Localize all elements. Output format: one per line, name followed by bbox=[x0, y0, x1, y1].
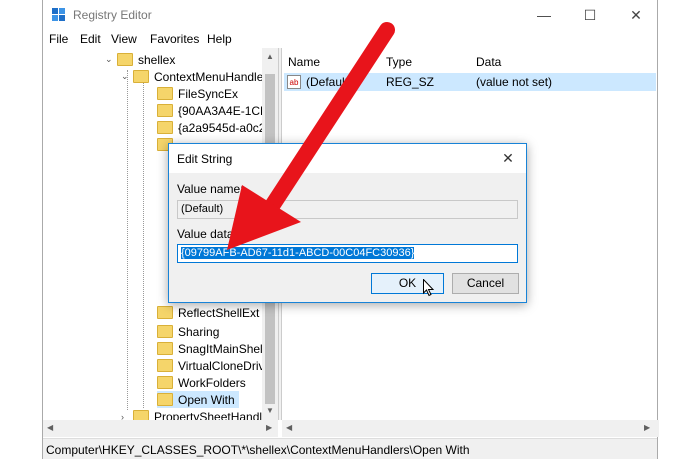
registry-editor-icon bbox=[52, 8, 65, 21]
tree-item-sharing[interactable]: Sharing bbox=[157, 323, 219, 340]
folder-icon bbox=[157, 342, 173, 355]
folder-icon bbox=[157, 359, 173, 372]
tree-item-reflectshellext[interactable]: ReflectShellExt bbox=[157, 304, 259, 321]
tree-horizontal-scrollbar[interactable]: ◀ ▶ bbox=[43, 420, 278, 437]
folder-icon bbox=[157, 325, 173, 338]
column-header-data[interactable]: Data bbox=[476, 55, 501, 69]
folder-icon bbox=[157, 121, 173, 134]
tree-item-90aa3a4e[interactable]: {90AA3A4E-1CBA bbox=[157, 102, 262, 119]
edit-string-dialog: Edit String ✕ Value name: (Default) Valu… bbox=[168, 143, 527, 303]
dialog-title-bar[interactable]: Edit String ✕ bbox=[169, 144, 526, 173]
horizontal-scrollbars: ◀ ▶ ◀ ▶ bbox=[43, 420, 659, 438]
title-bar[interactable]: Registry Editor — ☐ ✕ bbox=[43, 0, 657, 30]
menu-favorites[interactable]: Favorites bbox=[150, 32, 199, 46]
tree-item-virtualclonedrive[interactable]: VirtualCloneDriv bbox=[157, 357, 262, 374]
maximize-button[interactable]: ☐ bbox=[567, 0, 613, 30]
folder-icon bbox=[117, 53, 133, 66]
tree-item-open-with[interactable]: Open With bbox=[157, 391, 239, 408]
tree-item-label: VirtualCloneDriv bbox=[178, 358, 262, 373]
folder-icon bbox=[157, 376, 173, 389]
mouse-cursor-icon bbox=[423, 279, 435, 297]
tree-item-contextmenuhandlers[interactable]: ⌄ ContextMenuHandle bbox=[121, 68, 262, 85]
scroll-right-icon[interactable]: ▶ bbox=[644, 423, 650, 432]
list-row-default[interactable]: ab (Default) REG_SZ (value not set) bbox=[284, 73, 656, 91]
scroll-left-icon[interactable]: ◀ bbox=[47, 423, 53, 432]
scroll-down-icon[interactable]: ▼ bbox=[262, 406, 278, 415]
folder-icon bbox=[133, 410, 149, 420]
row-name: (Default) bbox=[306, 75, 353, 89]
chevron-right-icon[interactable]: › bbox=[121, 412, 133, 421]
dialog-close-button[interactable]: ✕ bbox=[494, 146, 522, 170]
tree-item-label: FileSyncEx bbox=[178, 86, 239, 101]
column-header-name[interactable]: Name bbox=[288, 55, 320, 69]
value-data-field[interactable]: {09799AFB-AD67-11d1-ABCD-00C04FC30936} bbox=[177, 244, 518, 263]
list-horizontal-scrollbar[interactable]: ◀ ▶ bbox=[282, 420, 659, 437]
tree-item-label: ReflectShellExt bbox=[178, 305, 260, 320]
scroll-up-icon[interactable]: ▲ bbox=[262, 52, 278, 61]
minimize-button[interactable]: — bbox=[521, 0, 567, 30]
tree-item-label: Open With bbox=[178, 392, 235, 407]
scroll-right-icon[interactable]: ▶ bbox=[266, 423, 272, 432]
tree-item-label: WorkFolders bbox=[178, 375, 246, 390]
tree-item-label: PropertySheetHandl bbox=[154, 409, 262, 421]
tree-item-label: shellex bbox=[138, 52, 176, 67]
tree-item-label: {a2a9545d-a0c2- bbox=[178, 120, 262, 135]
tree-item-label: ContextMenuHandle bbox=[154, 69, 262, 84]
menu-edit[interactable]: Edit bbox=[80, 32, 101, 46]
list-header: Name Type Data bbox=[282, 48, 659, 72]
dialog-title: Edit String bbox=[177, 152, 233, 166]
value-name-label: Value name: bbox=[177, 182, 244, 196]
status-bar: Computer\HKEY_CLASSES_ROOT\*\shellex\Con… bbox=[43, 438, 657, 459]
tree-item-label: SnagItMainShellI bbox=[178, 341, 262, 356]
folder-icon bbox=[157, 104, 173, 117]
row-data: (value not set) bbox=[476, 75, 553, 89]
column-header-type[interactable]: Type bbox=[386, 55, 412, 69]
cancel-button[interactable]: Cancel bbox=[452, 273, 519, 294]
menu-help[interactable]: Help bbox=[207, 32, 232, 46]
folder-icon bbox=[157, 393, 173, 406]
tree-item-a2a9545d[interactable]: {a2a9545d-a0c2- bbox=[157, 119, 262, 136]
row-type: REG_SZ bbox=[386, 75, 435, 89]
menu-file[interactable]: File bbox=[49, 32, 68, 46]
menu-view[interactable]: View bbox=[111, 32, 137, 46]
value-name-field: (Default) bbox=[177, 200, 518, 219]
menu-bar: File Edit View Favorites Help bbox=[43, 30, 657, 48]
tree-item-snagitmainshell[interactable]: SnagItMainShellI bbox=[157, 340, 262, 357]
status-path: Computer\HKEY_CLASSES_ROOT\*\shellex\Con… bbox=[46, 443, 470, 457]
folder-icon bbox=[157, 306, 173, 319]
scroll-left-icon[interactable]: ◀ bbox=[286, 423, 292, 432]
value-data-text: {09799AFB-AD67-11d1-ABCD-00C04FC30936} bbox=[181, 247, 415, 259]
chevron-down-icon[interactable]: ⌄ bbox=[121, 71, 133, 82]
close-button[interactable]: ✕ bbox=[613, 0, 659, 30]
chevron-down-icon[interactable]: ⌄ bbox=[105, 54, 117, 65]
folder-icon bbox=[133, 70, 149, 83]
string-value-icon: ab bbox=[287, 75, 301, 89]
tree-item-workfolders[interactable]: WorkFolders bbox=[157, 374, 246, 391]
tree-item-label: {90AA3A4E-1CBA bbox=[178, 103, 262, 118]
tree-item-label: Sharing bbox=[178, 324, 220, 339]
tree-item-filesyncex[interactable]: FileSyncEx bbox=[157, 85, 238, 102]
window-title: Registry Editor bbox=[73, 8, 152, 22]
tree-item-shellex[interactable]: ⌄ shellex bbox=[105, 51, 175, 68]
folder-icon bbox=[157, 87, 173, 100]
tree-item-propertysheethandlers[interactable]: › PropertySheetHandl bbox=[121, 408, 262, 420]
value-data-label: Value data: bbox=[177, 227, 237, 241]
